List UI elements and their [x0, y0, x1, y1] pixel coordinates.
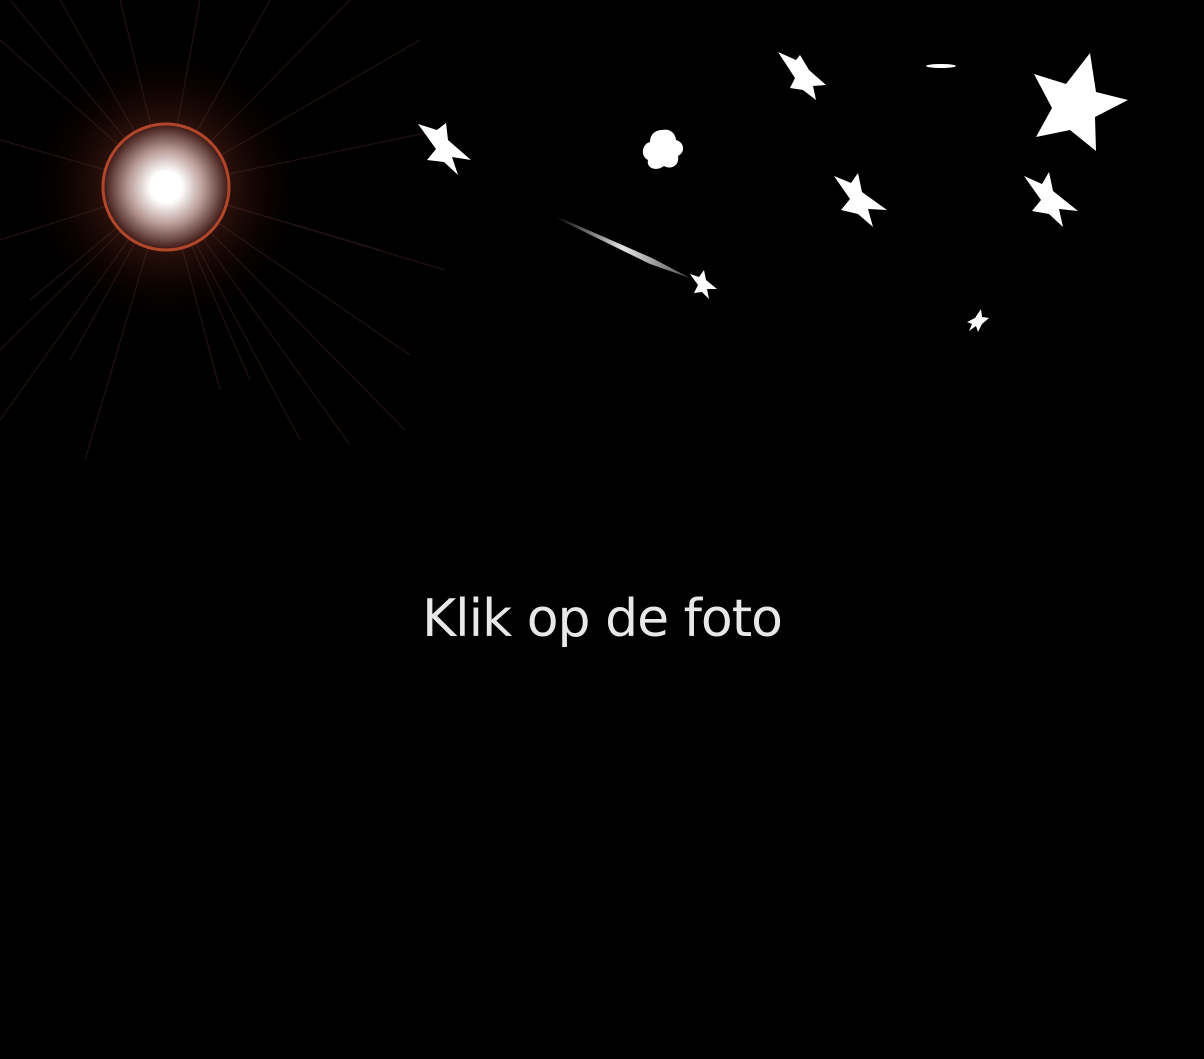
click-photo-prompt: Klik op de foto	[422, 589, 783, 649]
star-icon	[1024, 172, 1078, 227]
star-icon	[926, 64, 956, 68]
night-sky-scene[interactable]	[0, 0, 1204, 1059]
glowing-sun-icon	[0, 0, 446, 461]
star-icon	[418, 123, 471, 175]
star-icon	[1034, 53, 1128, 151]
photo-stage[interactable]: Klik op de foto	[0, 0, 1204, 1059]
star-icon	[778, 52, 826, 100]
shooting-star-icon	[556, 216, 690, 278]
star-icon	[967, 309, 989, 332]
star-icon	[834, 173, 887, 227]
flower-star-icon	[642, 129, 684, 169]
star-icon	[690, 270, 717, 299]
